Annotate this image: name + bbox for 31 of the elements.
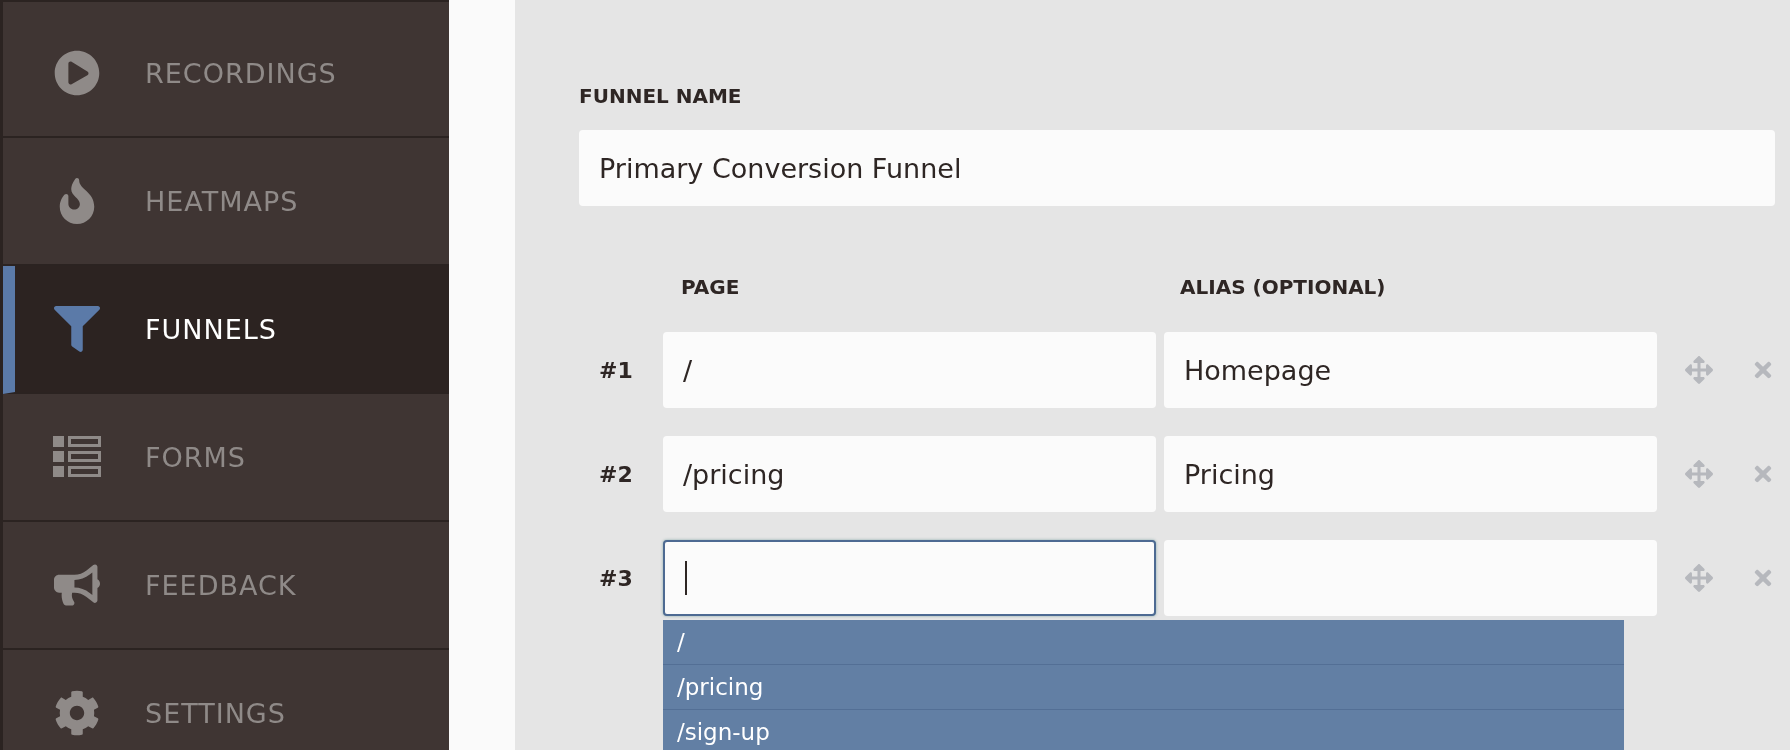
alias-input[interactable]: Pricing — [1164, 436, 1657, 512]
suggestion-option[interactable]: /pricing — [663, 665, 1624, 710]
alias-input[interactable]: Homepage — [1164, 332, 1657, 408]
suggestion-option[interactable]: /sign-up — [663, 710, 1624, 750]
suggestion-option[interactable]: / — [663, 620, 1624, 665]
settings-icon — [54, 690, 100, 736]
megaphone-icon — [54, 562, 100, 608]
move-handle-icon[interactable] — [1685, 564, 1713, 592]
sidebar-item-label: FORMS — [145, 441, 246, 473]
column-heading: ALIAS (OPTIONAL) — [1179, 275, 1387, 299]
sidebar-item-label: FUNNELS — [145, 313, 277, 345]
step-number: #1 — [598, 357, 634, 383]
page-input[interactable]: /pricing — [663, 436, 1156, 512]
sidebar-item-label: SETTINGS — [145, 697, 286, 729]
form-list-icon — [53, 436, 101, 478]
step-number: #2 — [598, 461, 634, 487]
sidebar-item-label: RECORDINGS — [145, 57, 337, 89]
sidebar-item-label: HEATMAPS — [145, 185, 299, 217]
sidebar-item-label: FEEDBACK — [145, 569, 297, 601]
funnel-name-label: FUNNEL NAME — [579, 84, 743, 108]
move-handle-icon[interactable] — [1685, 356, 1713, 384]
page-input[interactable]: / — [663, 332, 1156, 408]
column-heading: PAGE — [680, 275, 741, 299]
funnel-name-input[interactable]: Primary Conversion Funnel — [579, 130, 1775, 206]
page-input[interactable] — [663, 540, 1156, 616]
step-number: #3 — [598, 565, 634, 591]
play-icon — [54, 50, 100, 96]
funnel-icon — [54, 306, 100, 352]
text-cursor — [685, 561, 687, 595]
sidebar-item[interactable]: FUNNELS — [3, 266, 449, 394]
move-handle-icon[interactable] — [1685, 460, 1713, 488]
